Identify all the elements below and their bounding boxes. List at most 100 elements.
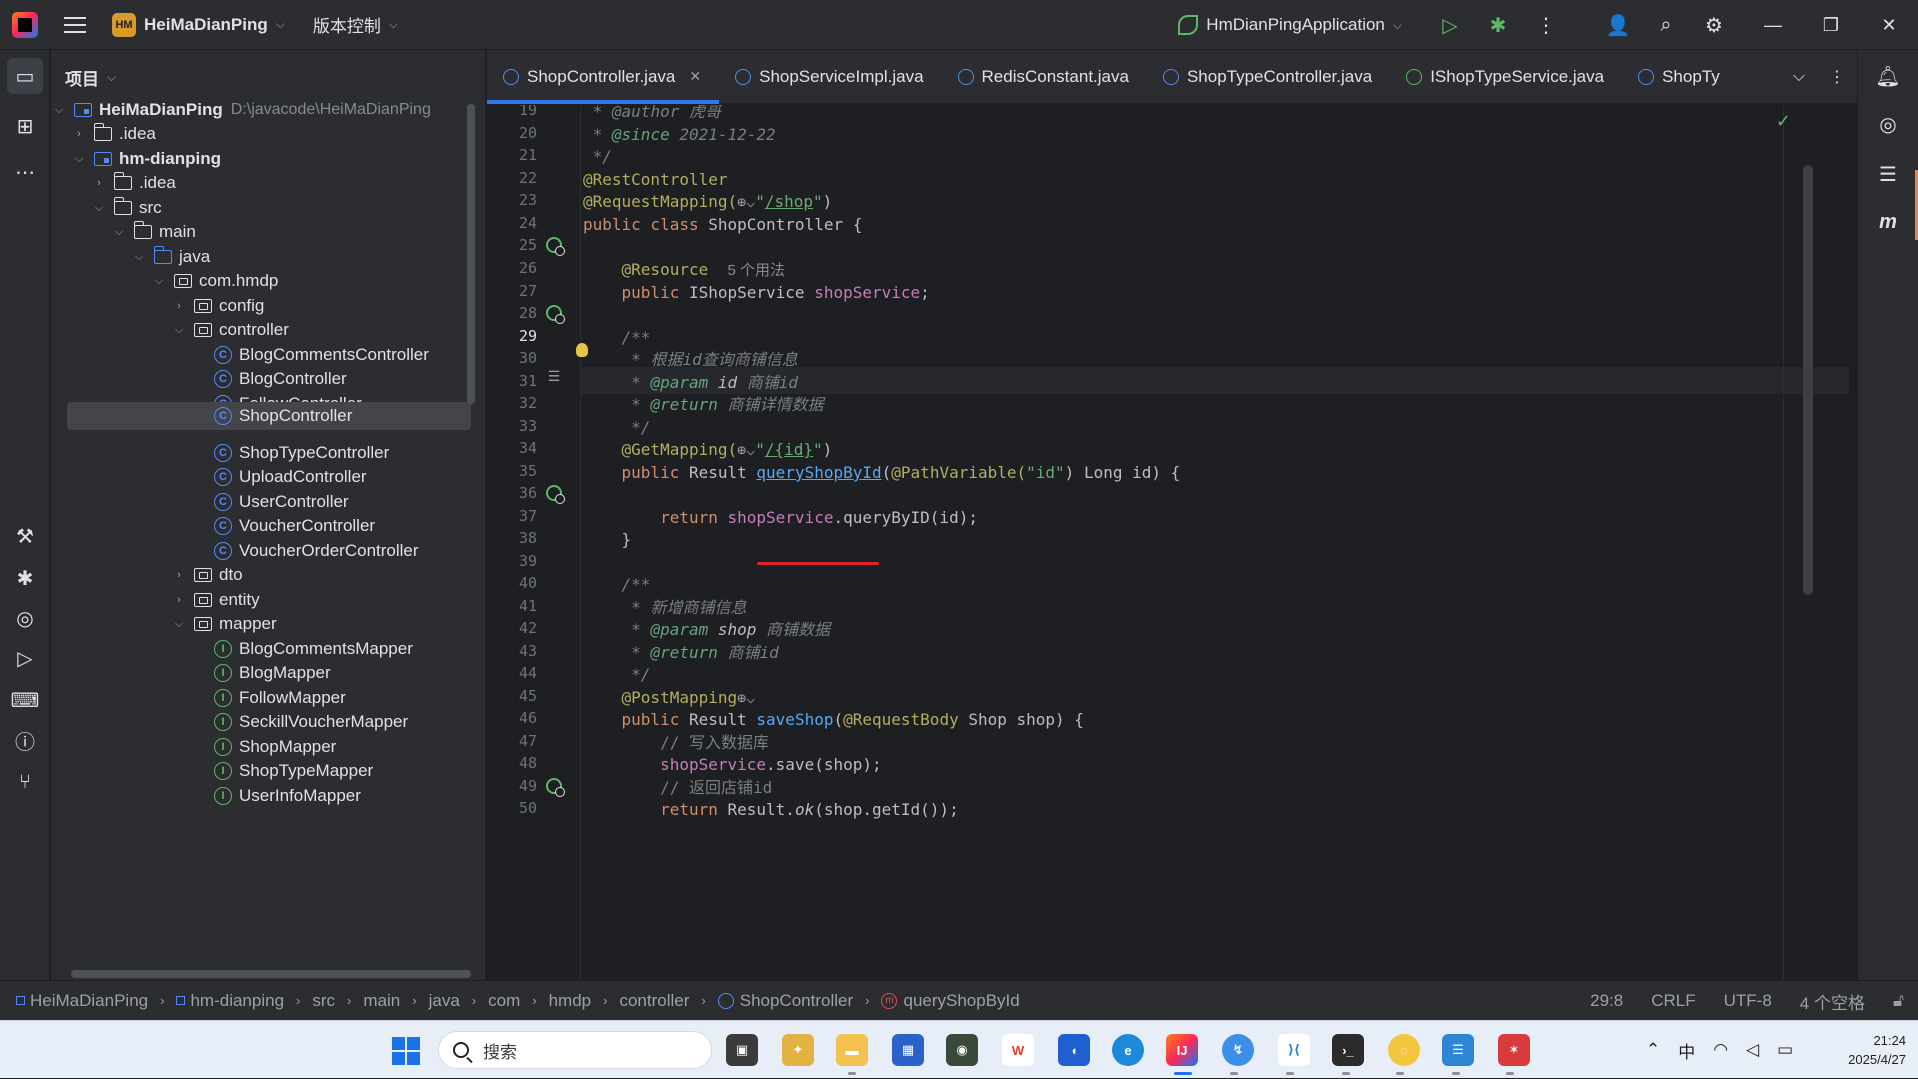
tree-item-class[interactable]: C BlogController: [51, 365, 471, 393]
minimize-button[interactable]: —: [1744, 0, 1802, 50]
app-icon[interactable]: ◉: [946, 1034, 978, 1066]
tab-shopty[interactable]: ShopTy: [1622, 50, 1738, 104]
debug-icon[interactable]: ✱: [1474, 0, 1522, 50]
tree-item-controller[interactable]: ⌵ controller: [51, 316, 471, 344]
tree-item-interface[interactable]: I BlogMapper: [51, 659, 471, 687]
endpoint-gutter-icon[interactable]: [545, 484, 565, 504]
tab-shopcontroller[interactable]: ShopController.java ✕: [487, 50, 720, 104]
add-user-icon[interactable]: 👤: [1594, 0, 1642, 50]
taskbar-search-box[interactable]: 搜索: [438, 1031, 712, 1069]
breadcrumb-item[interactable]: hm-dianping: [190, 991, 284, 1011]
tree-item-mapper[interactable]: ⌵ mapper: [51, 610, 471, 638]
file-explorer-icon[interactable]: ▬: [836, 1034, 868, 1066]
spring-bean-gutter-icon[interactable]: [545, 304, 565, 324]
tab-redisconstant[interactable]: RedisConstant.java: [942, 50, 1147, 104]
breadcrumb-item[interactable]: hmdp: [549, 991, 592, 1011]
app-icon[interactable]: ✶: [1498, 1034, 1530, 1066]
wifi-icon[interactable]: ◠: [1713, 1040, 1728, 1060]
breadcrumb-item[interactable]: com: [488, 991, 520, 1011]
code-text[interactable]: /{id}: [765, 440, 813, 459]
breadcrumb-item[interactable]: ShopController: [740, 991, 853, 1011]
code-editor[interactable]: 19 20 21 22 23 24 25 26 27 28 29 30 31 3…: [487, 105, 1857, 980]
windows-start-icon[interactable]: [392, 1037, 420, 1065]
vcs-dropdown[interactable]: 版本控制: [313, 12, 381, 37]
tree-item-class[interactable]: C VoucherController: [51, 512, 471, 540]
breadcrumb-item[interactable]: controller: [619, 991, 689, 1011]
main-menu-icon[interactable]: [64, 16, 86, 33]
tab-ishoptypeservice[interactable]: IShopTypeService.java: [1390, 50, 1622, 104]
tree-item-dto[interactable]: › dto: [51, 561, 471, 589]
line-separator[interactable]: CRLF: [1651, 991, 1695, 1011]
microsoft-store-icon[interactable]: ▦: [892, 1034, 924, 1066]
edge-browser-icon[interactable]: e: [1112, 1034, 1144, 1066]
tree-item-idea[interactable]: › .idea: [51, 169, 471, 197]
tabs-more-icon[interactable]: ⋮: [1817, 67, 1857, 87]
tree-item-interface[interactable]: I SeckillVoucherMapper: [51, 708, 471, 736]
endpoint-gutter-icon[interactable]: [545, 777, 565, 797]
tree-item-com-hmdp[interactable]: ⌵ com.hmdp: [51, 267, 471, 295]
wps-office-icon[interactable]: W: [1002, 1034, 1034, 1066]
services-icon[interactable]: ◎: [7, 600, 43, 636]
run-icon[interactable]: ▷: [1426, 0, 1474, 50]
file-encoding[interactable]: UTF-8: [1724, 991, 1772, 1011]
tree-item-idea[interactable]: › .idea: [51, 120, 471, 148]
tree-item-main[interactable]: ⌵ main: [51, 218, 471, 246]
tree-item-class[interactable]: C UploadController: [51, 463, 471, 491]
restore-button[interactable]: ❐: [1802, 0, 1860, 50]
tree-item-interface[interactable]: I ShopTypeMapper: [51, 757, 471, 785]
tree-item-interface[interactable]: I UserInfoMapper: [51, 782, 471, 810]
no-problems-check-icon[interactable]: ✓: [1776, 111, 1791, 132]
app-icon[interactable]: ◌: [1388, 1034, 1420, 1066]
volume-icon[interactable]: ◁: [1746, 1040, 1759, 1060]
app-icon[interactable]: ↯: [1222, 1034, 1254, 1066]
app-icon[interactable]: ◖: [1058, 1034, 1090, 1066]
run-tool-icon[interactable]: ▷: [7, 640, 43, 676]
ime-indicator[interactable]: 中: [1678, 1038, 1695, 1063]
more-actions-icon[interactable]: ⋮: [1522, 0, 1570, 50]
tabs-dropdown-chevron-icon[interactable]: ⌵: [1781, 68, 1817, 86]
terminal-icon[interactable]: ⌨: [7, 682, 43, 718]
tab-shopserviceimpl[interactable]: ShopServiceImpl.java: [719, 50, 941, 104]
debug-bug-icon[interactable]: ✱: [7, 560, 43, 596]
project-name-dropdown[interactable]: HeiMaDianPing: [144, 15, 268, 35]
project-vertical-scrollbar[interactable]: [467, 104, 475, 404]
build-hammer-icon[interactable]: ⚒: [7, 518, 43, 554]
breadcrumb-item[interactable]: main: [363, 991, 400, 1011]
code-text[interactable]: queryShopById: [756, 463, 881, 482]
indent-setting[interactable]: 4 个空格: [1800, 989, 1865, 1014]
read-only-lock-icon[interactable]: 🔓︎: [1893, 991, 1904, 1011]
breadcrumb-item[interactable]: java: [429, 991, 460, 1011]
run-config-dropdown[interactable]: HmDianPingApplication ⌵: [1178, 15, 1402, 35]
tab-shoptypecontroller[interactable]: ShopTypeController.java: [1147, 50, 1390, 104]
database-icon[interactable]: ☰: [1870, 156, 1906, 192]
breadcrumb-item[interactable]: queryShopById: [903, 991, 1019, 1011]
breadcrumb-item[interactable]: HeiMaDianPing: [30, 991, 148, 1011]
project-folder-icon[interactable]: ▭: [7, 58, 43, 94]
close-window-button[interactable]: ✕: [1860, 0, 1918, 50]
structure-icon[interactable]: ⊞: [7, 108, 43, 144]
notifications-bell-icon[interactable]: 🔔︎: [1870, 58, 1906, 94]
close-tab-icon[interactable]: ✕: [689, 68, 701, 85]
widgets-icon[interactable]: ✦: [782, 1034, 814, 1066]
intellij-idea-icon[interactable]: IJ: [1166, 1034, 1198, 1066]
vscode-icon[interactable]: ⟩⟨: [1278, 1034, 1310, 1066]
problems-icon[interactable]: ⓘ: [7, 722, 43, 758]
doc-render-icon[interactable]: ☰: [545, 367, 563, 385]
more-tools-icon[interactable]: ⋯: [7, 154, 43, 190]
battery-icon[interactable]: ▭: [1777, 1040, 1793, 1060]
breadcrumb-item[interactable]: src: [312, 991, 335, 1011]
editor-vertical-scrollbar[interactable]: [1803, 165, 1813, 595]
caret-position[interactable]: 29:8: [1590, 991, 1623, 1011]
code-text[interactable]: /shop: [765, 192, 813, 211]
settings-gear-icon[interactable]: ⚙: [1690, 0, 1738, 50]
search-icon[interactable]: ⌕: [1642, 0, 1690, 50]
ai-assistant-icon[interactable]: ◎: [1870, 106, 1906, 142]
spring-bean-gutter-icon[interactable]: [545, 236, 565, 256]
usage-hint[interactable]: 5 个用法: [728, 262, 786, 279]
clock[interactable]: 21:24 2025/4/27: [1826, 1031, 1906, 1069]
notepad-icon[interactable]: ☰: [1442, 1034, 1474, 1066]
terminal-app-icon[interactable]: ›_: [1332, 1034, 1364, 1066]
task-view-icon[interactable]: ▣: [726, 1034, 758, 1066]
git-branch-icon[interactable]: ⑂: [7, 764, 43, 800]
maven-icon[interactable]: m: [1870, 204, 1906, 240]
